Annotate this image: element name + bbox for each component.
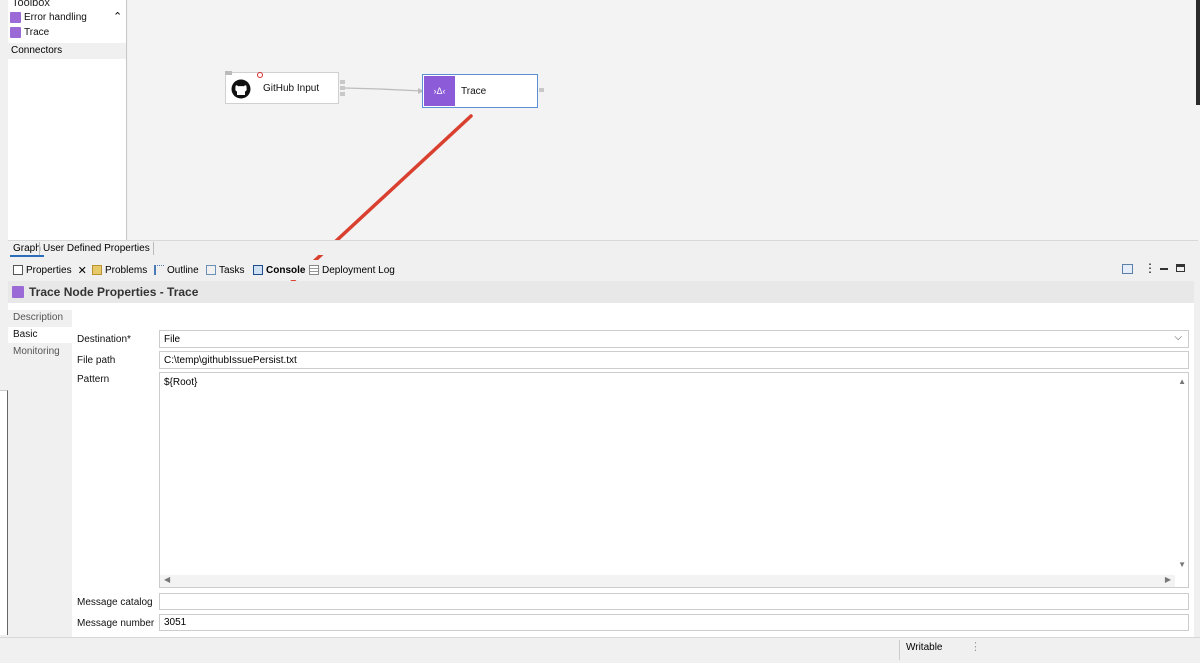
collapse-chevron-icon[interactable]: ⌃ — [113, 10, 122, 23]
trace-icon: ›Δ‹ — [424, 76, 455, 106]
palette-item-label: Trace — [24, 27, 50, 38]
tab-label: Deployment Log — [322, 264, 395, 276]
tab-tasks[interactable]: Tasks — [206, 263, 245, 277]
file-path-field[interactable]: C:\temp\githubIssuePersist.txt — [159, 351, 1189, 369]
scroll-right-icon[interactable]: ▶ — [1165, 575, 1171, 584]
message-catalog-field[interactable] — [159, 593, 1189, 610]
status-mode: Writable — [906, 642, 943, 653]
window-edge — [1196, 0, 1200, 105]
tab-label: Outline — [167, 264, 199, 276]
horizontal-scrollbar[interactable]: ◀ ▶ — [160, 575, 1175, 587]
node-connection[interactable] — [340, 80, 430, 100]
github-icon — [231, 79, 251, 99]
tab-label: Console — [266, 264, 306, 276]
tasks-icon — [206, 265, 216, 275]
palette-drawer-connectors[interactable]: Connectors — [8, 43, 126, 59]
side-tab-description[interactable]: Description — [8, 310, 72, 326]
views-toolbar: Properties ✕ Problems Outline Tasks Cons… — [8, 260, 1194, 280]
message-number-value: 3051 — [164, 617, 187, 628]
destination-select[interactable]: File ⌵ — [159, 330, 1189, 348]
scroll-down-icon[interactable]: ▼ — [1178, 560, 1186, 569]
trace-icon — [10, 27, 21, 38]
left-panel-edge — [0, 390, 8, 635]
tab-label: Problems — [105, 264, 148, 276]
node-trace[interactable]: ›Δ‹ Trace — [422, 74, 538, 108]
status-divider — [899, 640, 900, 660]
file-path-value: C:\temp\githubIssuePersist.txt — [164, 354, 297, 366]
side-tab-basic[interactable]: Basic — [8, 327, 72, 343]
tab-label: Tasks — [219, 264, 245, 276]
tab-console[interactable]: Console — [253, 263, 305, 277]
status-bar: Writable ⋮ — [0, 637, 1200, 663]
properties-icon — [13, 265, 23, 275]
status-grip-icon: ⋮ — [970, 641, 981, 653]
node-github-input[interactable]: GitHub Input — [225, 72, 339, 104]
close-icon[interactable]: ✕ — [78, 264, 87, 277]
editor-tab-bar: Graph User Defined Properties — [8, 240, 1198, 257]
tab-problems[interactable]: Problems — [92, 263, 147, 277]
minimize-icon[interactable] — [1160, 268, 1168, 270]
destination-value: File — [164, 333, 181, 345]
tab-user-defined-properties[interactable]: User Defined Properties — [39, 242, 154, 255]
message-number-field[interactable]: 3051 — [159, 614, 1189, 631]
scroll-up-icon[interactable]: ▲ — [1178, 377, 1186, 386]
palette-item-label: Error handling — [24, 12, 87, 23]
error-marker-icon — [257, 72, 263, 78]
palette-title: Toolbox — [12, 0, 50, 9]
tab-outline[interactable]: Outline — [154, 263, 199, 277]
maximize-icon[interactable] — [1176, 264, 1185, 272]
deployment-log-icon — [309, 265, 319, 275]
side-tab-monitoring[interactable]: Monitoring — [8, 344, 72, 360]
problems-icon — [92, 265, 102, 275]
pin-view-icon[interactable] — [1122, 264, 1133, 274]
output-port[interactable] — [539, 88, 544, 92]
palette-strip — [0, 0, 8, 240]
message-number-label: Message number — [77, 618, 155, 629]
palette-item-trace[interactable]: Trace — [10, 25, 49, 40]
properties-header: Trace Node Properties - Trace — [8, 281, 1194, 303]
node-label: Trace — [461, 86, 487, 97]
palette-item-error-handling[interactable]: Error handling — [10, 10, 87, 25]
tab-deployment-log[interactable]: Deployment Log — [309, 263, 395, 277]
trace-icon — [12, 286, 24, 298]
scroll-left-icon[interactable]: ◀ — [164, 575, 170, 584]
pattern-value: ${Root} — [164, 377, 198, 388]
node-label: GitHub Input — [263, 83, 320, 94]
pattern-textarea[interactable]: ${Root} ▲ ▼ ◀ ▶ — [159, 372, 1189, 588]
node-flag-icon — [225, 71, 232, 75]
destination-label: Destination* — [77, 334, 131, 345]
error-handling-icon — [10, 12, 21, 23]
pattern-label: Pattern — [77, 374, 110, 385]
message-catalog-label: Message catalog — [77, 597, 153, 608]
file-path-label: File path — [77, 355, 116, 366]
tab-properties[interactable]: Properties ✕ — [13, 263, 87, 277]
outline-icon — [154, 265, 164, 275]
page-title: Trace Node Properties - Trace — [29, 285, 199, 299]
properties-side-tabs: Description Basic Monitoring — [8, 310, 72, 637]
chevron-down-icon[interactable]: ⌵ — [1174, 332, 1182, 343]
view-menu-icon[interactable]: ⋮ — [1144, 261, 1156, 275]
tab-label: Properties — [26, 264, 72, 276]
console-icon — [253, 265, 263, 275]
